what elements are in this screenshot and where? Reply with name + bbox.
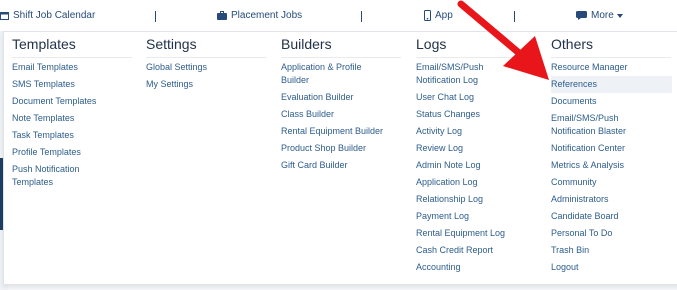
menu-item[interactable]: Metrics & Analysis <box>551 157 671 174</box>
menu-item[interactable]: Logout <box>551 259 671 276</box>
menu-item[interactable]: Document Templates <box>12 93 132 110</box>
menu-item[interactable]: Admin Note Log <box>416 157 536 174</box>
menu-item[interactable]: Rental Equipment Builder <box>281 123 401 140</box>
menu-item[interactable]: Activity Log <box>416 123 536 140</box>
nav-label: More <box>591 10 614 21</box>
menu-item[interactable]: Accounting <box>416 259 536 276</box>
menu-list: Email/SMS/Push Notification Log User Cha… <box>416 59 536 276</box>
red-arrow-annotation <box>457 0 549 80</box>
menu-item[interactable]: Status Changes <box>416 106 536 123</box>
nav-divider <box>155 11 156 22</box>
briefcase-icon <box>217 11 227 20</box>
menu-item[interactable]: Cash Credit Report <box>416 242 536 259</box>
menu-item[interactable]: Global Settings <box>146 59 266 76</box>
more-mega-menu: Templates Email Templates SMS Templates … <box>3 31 677 285</box>
menu-item[interactable]: Resource Manager <box>551 59 671 76</box>
column-heading: Templates <box>12 36 132 58</box>
menu-item[interactable]: Administrators <box>551 191 671 208</box>
menu-item-references[interactable]: References <box>551 76 672 93</box>
menu-item[interactable]: My Settings <box>146 76 266 93</box>
nav-divider <box>361 11 362 22</box>
menu-item[interactable]: Task Templates <box>12 127 132 144</box>
nav-label: Placement Jobs <box>231 10 303 21</box>
menu-item[interactable]: Email/SMS/Push Notification Blaster <box>551 110 643 140</box>
caret-down-icon <box>616 13 623 18</box>
column-heading: Settings <box>146 36 266 58</box>
menu-list: Email Templates SMS Templates Document T… <box>12 59 132 191</box>
menu-item[interactable]: Application Log <box>416 174 536 191</box>
nav-placement-jobs[interactable]: Placement Jobs <box>217 0 302 31</box>
menu-item[interactable]: Personal To Do <box>551 225 671 242</box>
menu-item[interactable]: Rental Equipment Log <box>416 225 536 242</box>
menu-item[interactable]: Notification Center <box>551 140 671 157</box>
chat-icon <box>576 11 587 20</box>
menu-item[interactable]: Gift Card Builder <box>281 157 401 174</box>
column-heading: Others <box>551 36 671 58</box>
nav-more-dropdown[interactable]: More <box>576 0 623 31</box>
menu-list: Application & Profile Builder Evaluation… <box>281 59 401 174</box>
menu-list: Resource Manager References Documents Em… <box>551 59 672 276</box>
nav-label: Shift Job Calendar <box>13 10 96 21</box>
nav-app[interactable]: App <box>424 0 453 31</box>
top-nav-bar: Shift Job Calendar Placement Jobs App Mo… <box>0 0 677 32</box>
menu-item[interactable]: Trash Bin <box>551 242 671 259</box>
menu-item[interactable]: User Chat Log <box>416 89 536 106</box>
menu-item[interactable]: SMS Templates <box>12 76 132 93</box>
menu-item[interactable]: Email Templates <box>12 59 132 76</box>
menu-item[interactable]: Product Shop Builder <box>281 140 401 157</box>
mobile-icon <box>424 10 431 21</box>
menu-item[interactable]: Review Log <box>416 140 536 157</box>
menu-item[interactable]: Community <box>551 174 671 191</box>
menu-item[interactable]: Application & Profile Builder <box>281 59 377 89</box>
column-heading: Builders <box>281 36 401 58</box>
menu-item[interactable]: Class Builder <box>281 106 401 123</box>
calendar-icon <box>0 12 9 20</box>
nav-shift-job-calendar[interactable]: Shift Job Calendar <box>0 0 95 31</box>
menu-item[interactable]: Candidate Board <box>551 208 671 225</box>
menu-item[interactable]: Relationship Log <box>416 191 536 208</box>
menu-item[interactable]: Evaluation Builder <box>281 89 401 106</box>
menu-item[interactable]: Push Notification Templates <box>12 161 102 191</box>
nav-label: App <box>435 10 453 21</box>
menu-list: Global Settings My Settings <box>146 59 266 93</box>
menu-item[interactable]: Note Templates <box>12 110 132 127</box>
menu-item[interactable]: Documents <box>551 93 671 110</box>
menu-item[interactable]: Payment Log <box>416 208 536 225</box>
menu-item[interactable]: Profile Templates <box>12 144 132 161</box>
